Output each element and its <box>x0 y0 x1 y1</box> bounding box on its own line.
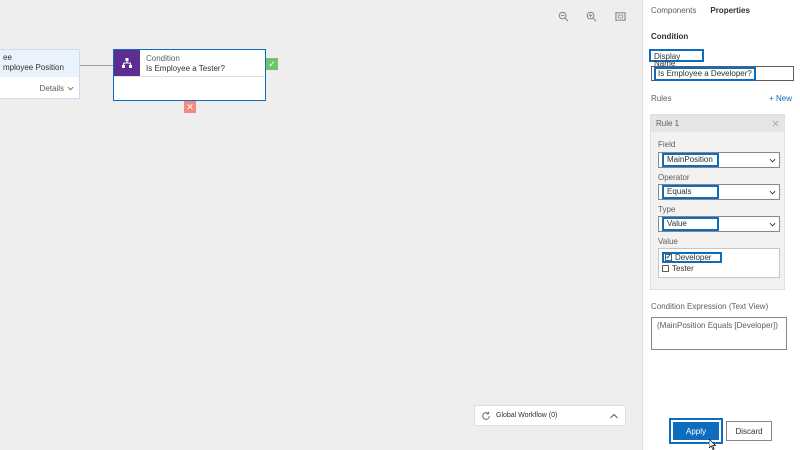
display-name-label: Display Name <box>649 49 704 68</box>
type-label: Type <box>658 205 676 214</box>
operator-select[interactable]: Equals <box>658 184 780 200</box>
value-label: Value <box>658 237 678 246</box>
display-name-input[interactable]: Is Employee a Developer? <box>651 66 794 81</box>
chevron-up-icon[interactable] <box>609 411 619 421</box>
properties-panel: Components Properties Condition Display … <box>642 0 800 450</box>
field-select-value: MainPosition <box>662 153 719 167</box>
condition-icon <box>114 50 140 76</box>
node-connector <box>80 65 113 66</box>
false-branch-close-icon[interactable]: ✕ <box>184 101 196 113</box>
apply-button[interactable]: Apply <box>673 422 719 440</box>
rules-label: Rules <box>651 94 672 103</box>
true-branch-check-icon[interactable]: ✓ <box>266 58 278 70</box>
type-select[interactable]: Value <box>658 216 780 232</box>
panel-tabs: Components Properties <box>651 6 750 15</box>
close-icon[interactable] <box>772 120 779 127</box>
chevron-down-icon <box>769 190 776 194</box>
checkbox-unchecked-icon <box>662 265 669 272</box>
checkbox-tester-label: Tester <box>672 264 694 273</box>
previous-node-line2: mployee Position <box>3 63 64 72</box>
display-name-value: Is Employee a Developer? <box>654 66 756 81</box>
new-rule-link[interactable]: + New <box>769 94 792 103</box>
global-workflow-bar[interactable]: Global Workflow (0) <box>474 405 626 426</box>
condition-node-subtitle: Is Employee a Tester? <box>146 64 226 73</box>
previous-workflow-node[interactable]: ee mployee Position Details <box>0 49 80 99</box>
tab-components[interactable]: Components <box>651 6 696 15</box>
field-select[interactable]: MainPosition <box>658 152 780 168</box>
details-toggle[interactable]: Details <box>40 84 74 93</box>
previous-node-line1: ee <box>3 53 12 62</box>
chevron-down-icon <box>67 86 74 91</box>
details-label: Details <box>39 84 64 93</box>
section-title: Condition <box>651 32 689 41</box>
previous-node-header: ee mployee Position <box>0 50 79 77</box>
rule-card: Rule 1 Field MainPosition Operator Equal… <box>650 114 785 290</box>
condition-node-divider <box>114 76 265 77</box>
condition-node-title: Condition <box>146 54 180 63</box>
workflow-canvas[interactable]: ee mployee Position Details Condition Is… <box>0 0 642 450</box>
operator-select-value: Equals <box>662 185 719 199</box>
zoom-in-icon[interactable] <box>583 8 599 24</box>
rule-header: Rule 1 <box>651 115 784 132</box>
type-select-value: Value <box>662 217 719 231</box>
rule-title: Rule 1 <box>656 119 680 128</box>
chevron-down-icon <box>769 222 776 226</box>
checkbox-tester[interactable]: Tester <box>662 263 776 274</box>
value-checkbox-list: ✔ Developer Tester <box>658 248 780 278</box>
global-workflow-label: Global Workflow (0) <box>496 412 558 419</box>
field-label: Field <box>658 140 676 149</box>
zoom-out-icon[interactable] <box>555 8 571 24</box>
chevron-down-icon <box>769 158 776 162</box>
mouse-cursor-icon <box>709 439 717 450</box>
operator-label: Operator <box>658 173 690 182</box>
fit-to-screen-icon[interactable] <box>612 8 628 24</box>
checkbox-developer-label: Developer <box>675 253 712 262</box>
expression-text-view[interactable]: (MainPosition Equals [Developer]) <box>651 317 787 350</box>
refresh-icon <box>482 411 490 420</box>
expression-label: Condition Expression (Text View) <box>651 302 769 311</box>
checkbox-checked-icon: ✔ <box>665 254 672 261</box>
discard-button[interactable]: Discard <box>726 421 772 441</box>
checkbox-developer[interactable]: ✔ Developer <box>662 252 722 263</box>
tab-properties[interactable]: Properties <box>710 6 750 15</box>
condition-node[interactable]: Condition Is Employee a Tester? <box>113 49 266 101</box>
